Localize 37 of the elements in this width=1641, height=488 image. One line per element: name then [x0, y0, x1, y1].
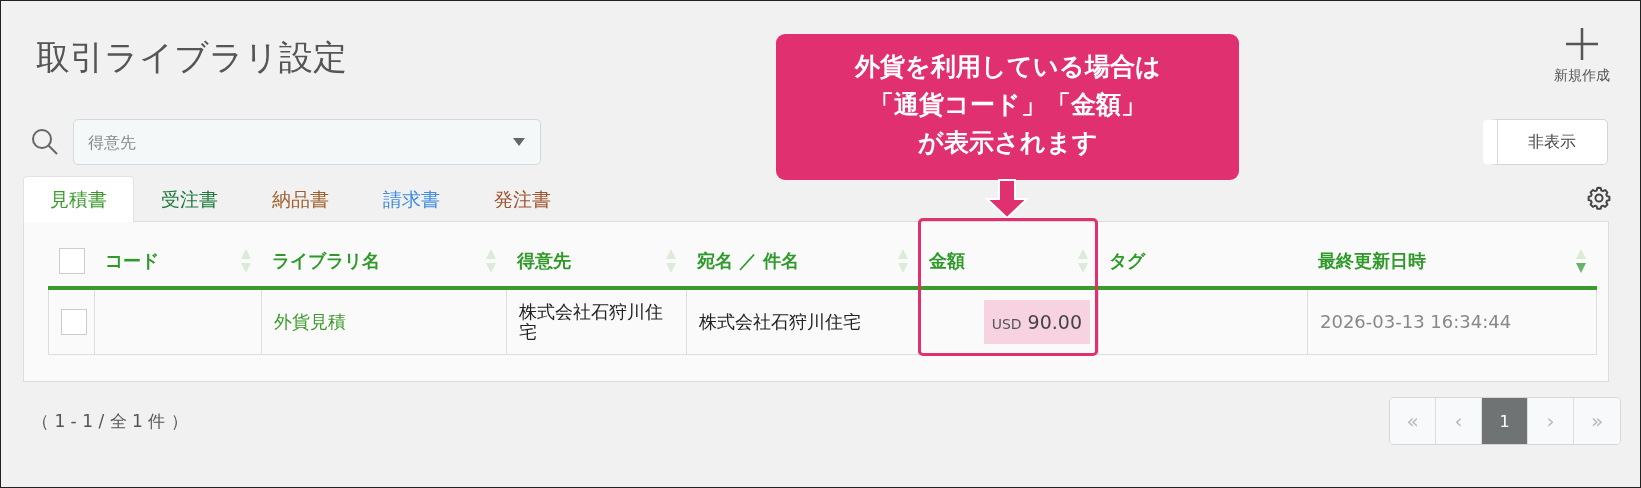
- hide-button[interactable]: 非表示: [1483, 119, 1608, 165]
- tab[interactable]: 請求書: [356, 176, 467, 222]
- sort-icon[interactable]: [239, 248, 252, 274]
- page-button[interactable]: 1: [1482, 398, 1528, 444]
- column-header[interactable]: 金額: [918, 236, 1099, 288]
- table-cell: 株式会社石狩川住宅: [506, 288, 687, 355]
- sort-descending-icon[interactable]: [1574, 248, 1587, 274]
- tab[interactable]: 受注書: [134, 176, 245, 222]
- sort-icon[interactable]: [896, 248, 909, 274]
- amount-value: USD 90.00: [983, 299, 1090, 345]
- page-title: 取引ライブラリ設定: [36, 36, 347, 79]
- column-header[interactable]: 最終更新日時: [1307, 236, 1597, 288]
- table-cell: 2026-03-13 16:34:44: [1307, 288, 1597, 355]
- column-header[interactable]: コード: [94, 236, 262, 288]
- column-header[interactable]: 宛名 ／ 件名: [686, 236, 919, 288]
- sort-icon[interactable]: [664, 248, 677, 274]
- tab[interactable]: 発注書: [467, 176, 578, 222]
- row-checkbox[interactable]: [61, 309, 87, 335]
- sort-icon[interactable]: [1076, 248, 1089, 274]
- settings-icon[interactable]: [1586, 185, 1612, 211]
- callout-text: が表示されます: [917, 127, 1098, 159]
- tab[interactable]: 納品書: [245, 176, 356, 222]
- column-header[interactable]: ライブラリ名: [261, 236, 507, 288]
- column-header[interactable]: 得意先: [506, 236, 687, 288]
- callout-text: 外貨を利用している場合は: [854, 51, 1161, 83]
- tab[interactable]: 見積書: [23, 176, 134, 222]
- new-button[interactable]: 新規作成: [1554, 27, 1610, 89]
- plus-icon: [1565, 27, 1599, 61]
- library-name-link[interactable]: 外貨見積: [274, 311, 346, 333]
- select-all-checkbox[interactable]: [58, 248, 85, 274]
- sort-icon[interactable]: [484, 248, 497, 274]
- callout-text: 「通貨コード」「金額」: [869, 89, 1146, 121]
- caret-icon: [513, 138, 525, 146]
- search-icon: [31, 128, 59, 156]
- column-header[interactable]: タグ: [1098, 236, 1308, 288]
- customer-select[interactable]: 得意先: [73, 119, 541, 165]
- record-count: （ 1 - 1 / 全 1 件 ）: [32, 409, 188, 433]
